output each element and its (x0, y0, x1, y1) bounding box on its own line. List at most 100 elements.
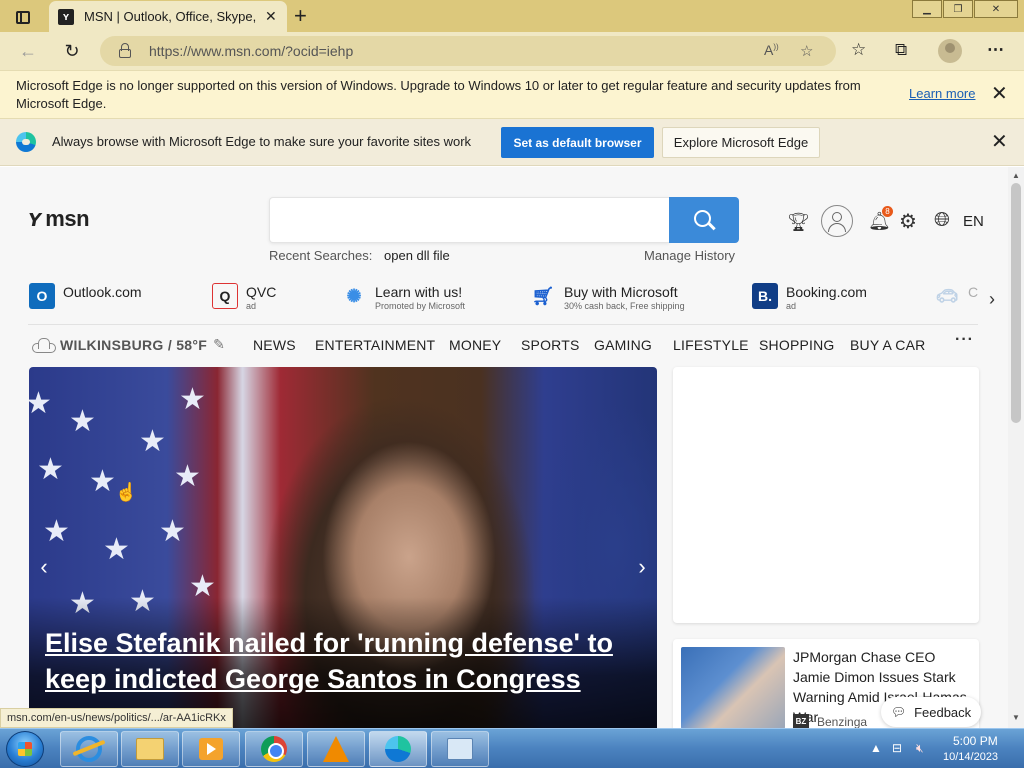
back-button[interactable]: ← (14, 38, 42, 64)
flag-star: ★ (69, 405, 96, 438)
windows-taskbar: ▲ ⊟ 🔇︎ 5:00 PM 10/14/2023 (0, 728, 1024, 768)
unsupported-os-infobar: Microsoft Edge is no longer supported on… (0, 70, 1024, 118)
close-infobar-icon[interactable]: ✕ (991, 84, 1008, 104)
taskbar-media-player[interactable] (182, 731, 240, 767)
search-input[interactable] (269, 197, 669, 243)
network-status-icon[interactable]: ⊟ (892, 741, 902, 755)
learn-more-link[interactable]: Learn more (909, 86, 975, 101)
vlc-icon (323, 736, 349, 762)
quick-link-learn[interactable]: ✺ Learn with us! Promoted by Microsoft (341, 283, 465, 312)
set-default-browser-button[interactable]: Set as default browser (501, 127, 654, 158)
quick-link-booking[interactable]: B. Booking.com ad (752, 283, 867, 312)
quick-link-car[interactable]: 🚗︎ C (934, 283, 979, 309)
folder-icon (136, 738, 164, 760)
close-infobar-icon[interactable]: ✕ (991, 132, 1008, 152)
taskbar-chrome[interactable] (245, 731, 303, 767)
recent-searches-label: Recent Searches: (269, 248, 373, 263)
read-aloud-icon[interactable]: A)) (764, 42, 779, 58)
quick-link-subtitle: Promoted by Microsoft (375, 301, 466, 311)
nav-more-icon[interactable]: ··· (955, 331, 974, 349)
hero-headline[interactable]: Elise Stefanik nailed for 'running defen… (45, 625, 635, 697)
edge-logo-icon (16, 132, 36, 152)
add-favorite-icon[interactable]: ☆ (800, 42, 813, 60)
url-text[interactable]: https://www.msn.com/?ocid=iehp (149, 43, 353, 59)
nav-money[interactable]: MONEY (449, 337, 501, 353)
quick-link-qvc[interactable]: Q QVC ad (212, 283, 276, 312)
msn-logo[interactable]: ʏ msn (28, 205, 90, 233)
favorites-icon[interactable]: ☆ (851, 40, 866, 60)
language-globe-icon[interactable]: 🌐︎ (934, 209, 950, 232)
more-menu-icon[interactable]: ⋯ (987, 40, 1004, 60)
flag-star: ★ (174, 460, 201, 493)
title-bar: ʏ MSN | Outlook, Office, Skype, Bing ✕ +… (0, 0, 1024, 32)
rewards-trophy-icon[interactable]: 🏆︎ (787, 212, 810, 233)
cloud-icon (30, 337, 56, 353)
quick-link-subtitle: 30% cash back, Free shipping (564, 301, 685, 311)
sign-in-icon[interactable] (821, 205, 853, 237)
feedback-icon: 💬︎ (890, 705, 907, 719)
refresh-button[interactable]: ↻ (58, 38, 86, 64)
nav-news[interactable]: NEWS (253, 337, 296, 353)
lock-icon[interactable] (118, 43, 132, 59)
address-bar[interactable]: https://www.msn.com/?ocid=iehp A)) ☆ (100, 36, 836, 66)
toolbar: ← ↻ https://www.msn.com/?ocid=iehp A)) ☆… (0, 32, 1024, 70)
nav-gaming[interactable]: GAMING (594, 337, 652, 353)
hero-next-icon[interactable]: › (627, 537, 657, 597)
nav-sports[interactable]: SPORTS (521, 337, 580, 353)
recent-search-item[interactable]: open dll file (384, 248, 450, 263)
start-button[interactable] (6, 731, 44, 767)
explore-edge-button[interactable]: Explore Microsoft Edge (662, 127, 820, 158)
taskbar-edge[interactable] (369, 731, 427, 767)
taskbar-network[interactable] (431, 731, 489, 767)
tab-actions-button[interactable] (10, 6, 36, 28)
flag-star: ★ (139, 425, 166, 458)
settings-gear-icon[interactable]: ⚙ (899, 209, 917, 234)
manage-history-link[interactable]: Manage History (644, 248, 735, 263)
nav-buy-a-car[interactable]: BUY A CAR (850, 337, 925, 353)
weather-widget[interactable]: WILKINSBURG / 58°F ✎ (30, 336, 225, 353)
tab-msn[interactable]: ʏ MSN | Outlook, Office, Skype, Bing ✕ (49, 1, 287, 32)
feedback-button[interactable]: 💬︎ Feedback (881, 697, 981, 727)
clock-time[interactable]: 5:00 PM (953, 734, 998, 748)
nav-entertainment[interactable]: ENTERTAINMENT (315, 337, 435, 353)
volume-muted-icon[interactable]: 🔇︎ (916, 741, 924, 756)
taskbar-file-explorer[interactable] (121, 731, 179, 767)
flag-star: ★ (179, 383, 206, 416)
edit-pencil-icon[interactable]: ✎ (213, 336, 225, 353)
hero-card[interactable]: ★ ★ ★ ★ ★ ★ ★ ★ ★ ★ ★ ★ ★ ‹ › Elise Stef… (29, 367, 657, 728)
taskbar-vlc[interactable] (307, 731, 365, 767)
internet-explorer-icon (76, 736, 102, 762)
quick-link-subtitle: ad (786, 301, 797, 311)
hero-prev-icon[interactable]: ‹ (29, 537, 59, 597)
scrollbar-thumb[interactable] (1011, 183, 1021, 423)
show-hidden-icons-icon[interactable]: ▲ (870, 741, 882, 755)
page-scrollbar[interactable]: ▲ ▼ (1008, 167, 1024, 728)
nav-lifestyle[interactable]: LIFESTYLE (673, 337, 749, 353)
quick-link-buy-microsoft[interactable]: 🛒︎ Buy with Microsoft 30% cash back, Fre… (530, 283, 685, 312)
scroll-up-icon[interactable]: ▲ (1012, 171, 1020, 180)
story-source: Benzinga (817, 715, 868, 728)
msn-page: ʏ msn Recent Searches: open dll file Man… (0, 167, 1008, 728)
cart-icon: 🛒︎ (531, 285, 555, 306)
quick-links-next-icon[interactable]: › (989, 289, 995, 310)
edge-icon (385, 736, 411, 762)
infobar-message: Always browse with Microsoft Edge to mak… (52, 134, 472, 149)
close-window-button[interactable]: ✕ (974, 0, 1018, 18)
minimize-button[interactable]: ▁ (912, 0, 942, 18)
default-browser-infobar: Always browse with Microsoft Edge to mak… (0, 118, 1024, 166)
scroll-down-icon[interactable]: ▼ (1012, 713, 1020, 722)
language-label[interactable]: EN (963, 213, 984, 230)
search-button[interactable] (669, 197, 739, 243)
quick-link-title: Booking.com (786, 284, 867, 300)
quick-link-outlook[interactable]: O Outlook.com (29, 283, 142, 309)
clock-date[interactable]: 10/14/2023 (943, 751, 998, 763)
profile-avatar[interactable] (938, 39, 962, 63)
outlook-icon: O (29, 283, 55, 309)
taskbar-internet-explorer[interactable] (60, 731, 118, 767)
quick-link-title: QVC (246, 284, 277, 300)
restore-button[interactable]: ❐ (943, 0, 973, 18)
new-tab-button[interactable]: + (294, 3, 307, 29)
tab-close-button[interactable]: ✕ (265, 8, 277, 25)
collections-icon[interactable]: ⧉ (895, 40, 907, 60)
nav-shopping[interactable]: SHOPPING (759, 337, 835, 353)
